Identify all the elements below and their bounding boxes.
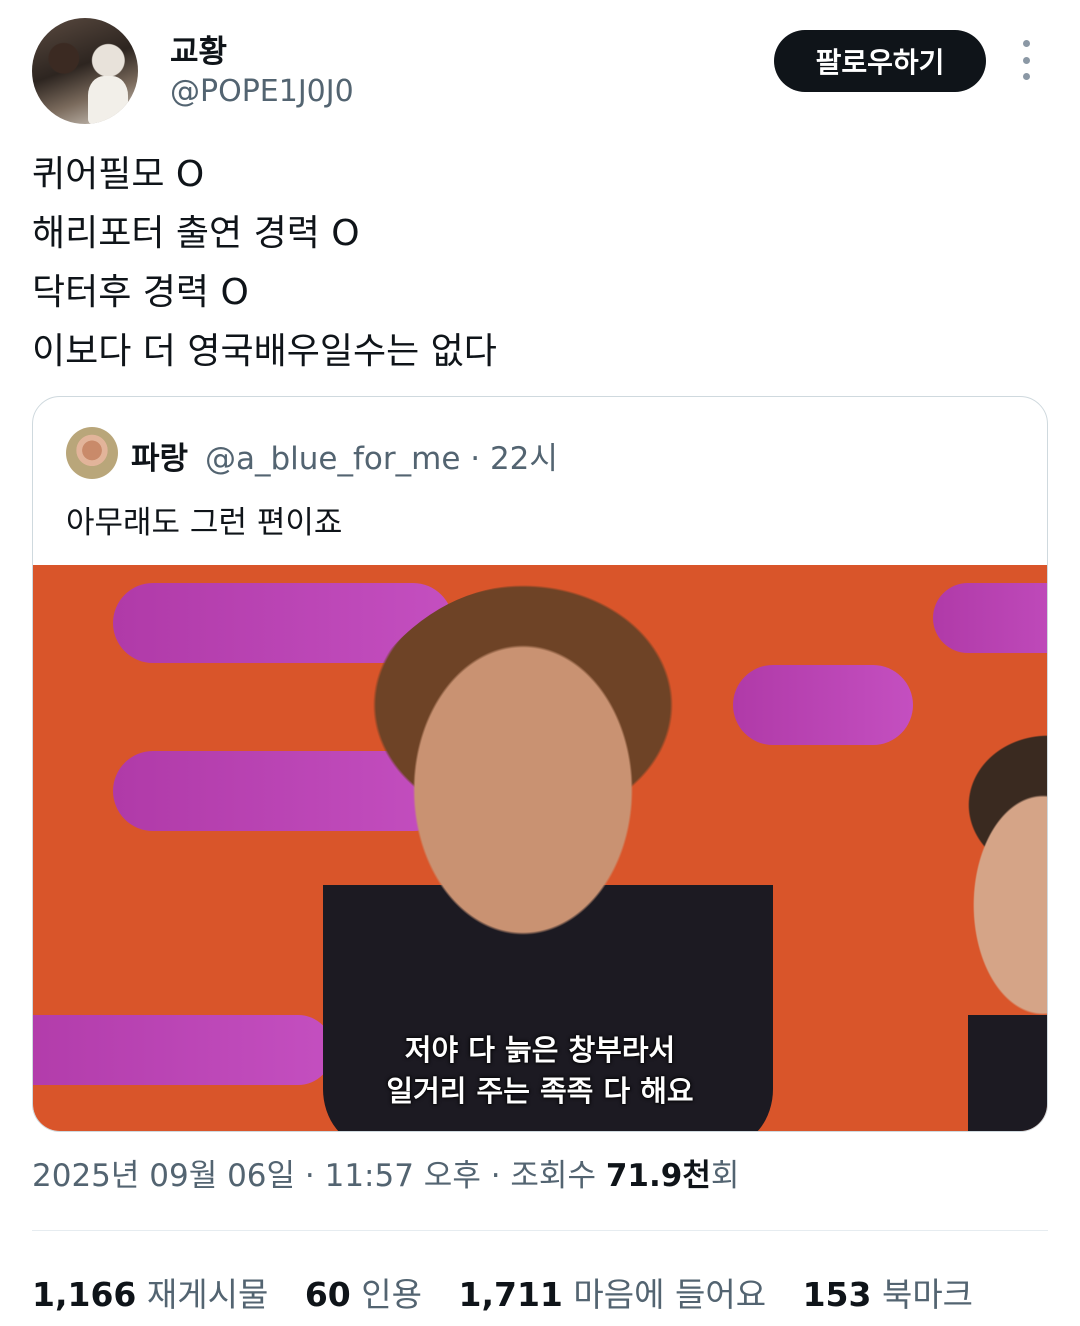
- quote-count: 60: [304, 1275, 351, 1314]
- tweet-line: 닥터후 경력 O: [32, 272, 249, 313]
- like-label: 마음에 들어요: [573, 1275, 767, 1314]
- quote-stat[interactable]: 60 인용: [305, 1275, 422, 1314]
- tweet-date[interactable]: 2025년 09월 06일 · 11:57 오후 · 조회수: [32, 1158, 606, 1194]
- view-count: 71.9천: [605, 1158, 711, 1194]
- quoted-tweet-card[interactable]: 파랑 @a_blue_for_me · 22시 아무래도 그런 편이죠 저야 다…: [32, 396, 1048, 1132]
- bookmark-stat[interactable]: 153 북마크: [803, 1275, 973, 1314]
- tweet-body: 퀴어필모 O 해리포터 출연 경력 O 닥터후 경력 O 이보다 더 영국배우일…: [32, 145, 497, 381]
- tweet-line: 해리포터 출연 경력 O: [32, 213, 360, 254]
- tweet-line: 퀴어필모 O: [32, 154, 205, 195]
- retweet-label: 재게시물: [146, 1275, 269, 1314]
- background-stripe: [933, 583, 1047, 653]
- bookmark-label: 북마크: [881, 1275, 974, 1314]
- quoted-author-handle-time: @a_blue_for_me · 22시: [205, 441, 558, 477]
- retweet-stat[interactable]: 1,166 재게시물: [32, 1275, 268, 1314]
- tweet-line: 이보다 더 영국배우일수는 없다: [32, 331, 497, 372]
- tweet-header: 교황 @POPE1J0J0 팔로우하기: [32, 18, 1048, 128]
- bookmark-count: 153: [802, 1275, 872, 1314]
- retweet-count: 1,166: [32, 1275, 137, 1314]
- author-avatar[interactable]: [32, 18, 138, 124]
- quote-label: 인용: [361, 1275, 423, 1314]
- quoted-tweet-text: 아무래도 그런 편이죠: [66, 505, 343, 541]
- video-subtitle: 저야 다 늙은 창부라서: [404, 1033, 676, 1067]
- like-stat[interactable]: 1,711 마음에 들어요: [459, 1275, 767, 1314]
- quoted-media-image[interactable]: 저야 다 늙은 창부라서 일거리 주는 족족 다 해요: [33, 565, 1047, 1131]
- tweet-meta: 2025년 09월 06일 · 11:57 오후 · 조회수 71.9천회: [32, 1150, 739, 1195]
- author-name[interactable]: 교황: [170, 26, 227, 71]
- background-stripe: [733, 665, 913, 745]
- author-handle[interactable]: @POPE1J0J0: [170, 74, 354, 109]
- follow-button[interactable]: 팔로우하기: [774, 30, 986, 92]
- quoted-author-name: 파랑: [131, 441, 189, 477]
- engagement-stats: 1,166 재게시물 60 인용 1,711 마음에 들어요 153 북마크: [32, 1268, 973, 1316]
- view-suffix: 회: [710, 1158, 740, 1194]
- like-count: 1,711: [458, 1275, 563, 1314]
- quoted-author-avatar: [66, 427, 118, 479]
- divider: [32, 1230, 1048, 1231]
- video-subtitle: 일거리 주는 족족 다 해요: [386, 1074, 694, 1108]
- more-options-icon[interactable]: [1016, 40, 1036, 80]
